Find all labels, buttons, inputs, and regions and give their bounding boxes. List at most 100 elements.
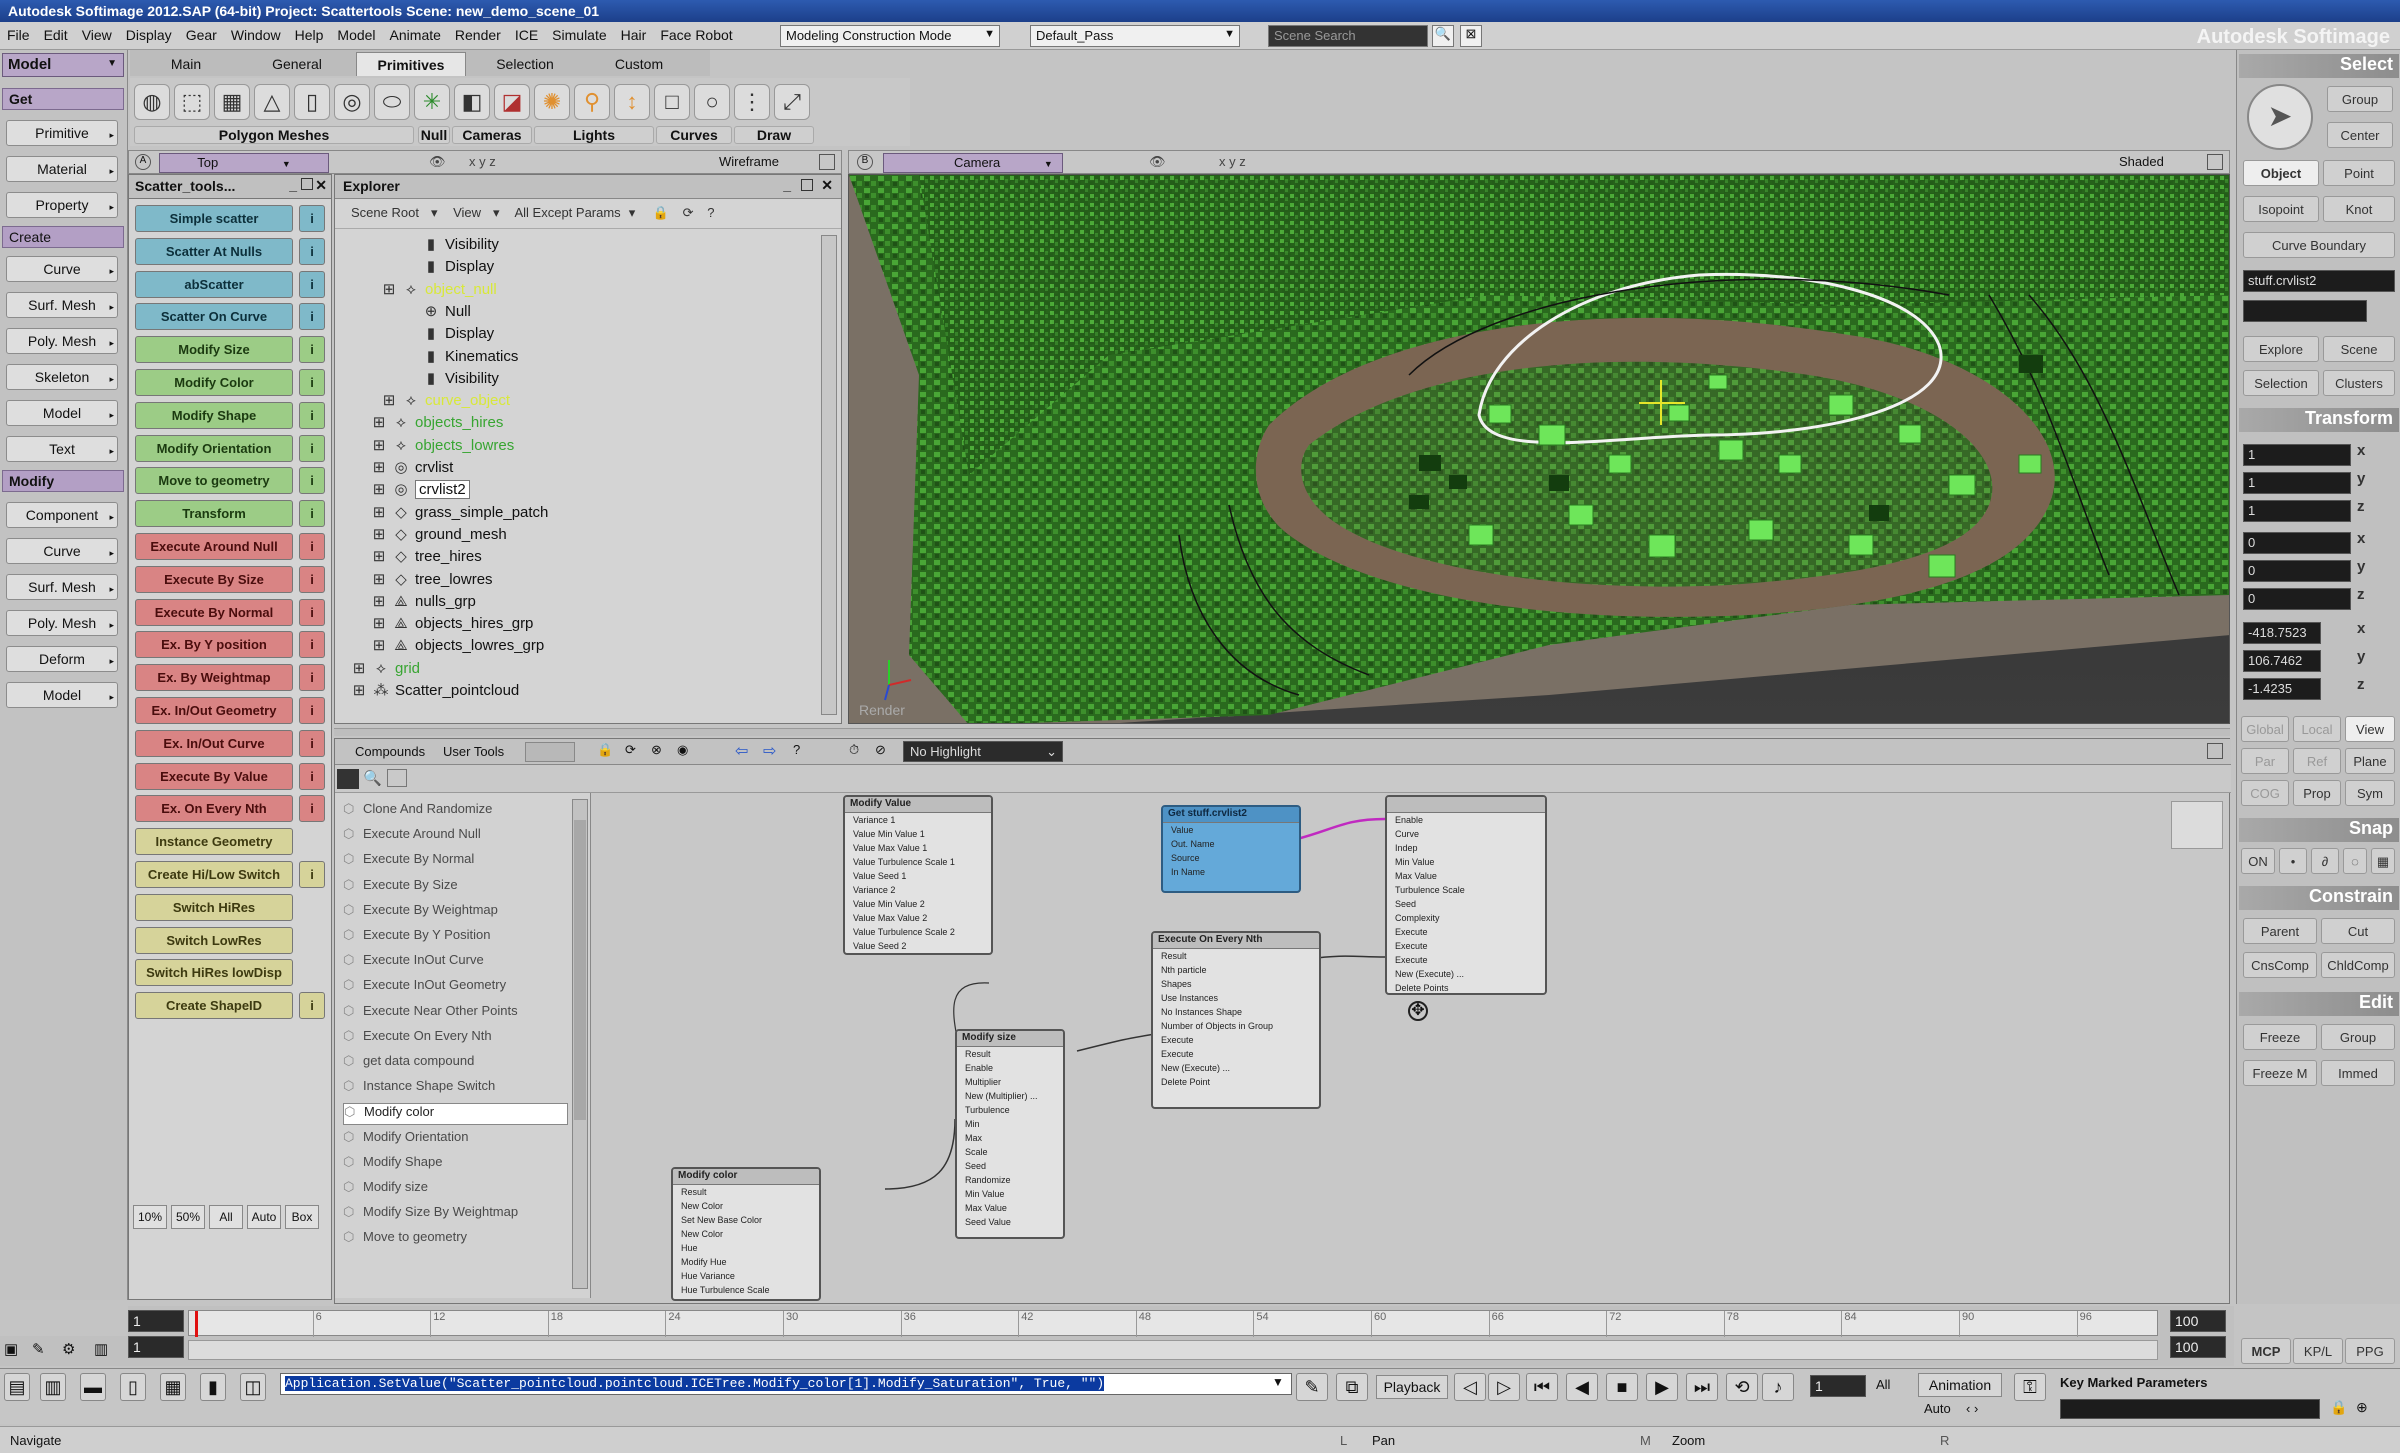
scatter-50-percent-button[interactable]: 50% <box>171 1205 205 1229</box>
cnscomp-button[interactable]: CnsComp <box>2243 952 2317 978</box>
tree-item[interactable]: ⊞ ◇ tree_lowres <box>371 570 493 592</box>
scatter-10-percent-button[interactable]: 10% <box>133 1205 167 1229</box>
tree-item[interactable]: ⊞ ⟡ object_null <box>381 280 497 302</box>
expand-icon[interactable]: ⊞ <box>371 614 387 632</box>
modify-color-node[interactable]: Modify color Result New Color Set New Base … <box>671 1167 821 1301</box>
params-filter[interactable]: All Except Params <box>514 205 620 220</box>
scatter-tool-button[interactable]: Modify Orientation <box>135 434 293 462</box>
node-port[interactable]: Max Value <box>1387 869 1545 883</box>
get-material-button[interactable]: Material ▸ <box>6 156 118 182</box>
expand-icon[interactable]: ⊞ <box>371 458 387 476</box>
close-icon[interactable]: ✕ <box>821 177 833 194</box>
modify-deform-button[interactable]: Deform ▸ <box>6 646 118 672</box>
cog-button[interactable]: COG <box>2241 780 2289 806</box>
scale-x-field[interactable]: 1 <box>2243 444 2351 466</box>
null-label[interactable]: Null <box>418 126 450 144</box>
create-skeleton-button[interactable]: Skeleton ▸ <box>6 364 118 390</box>
modify-component-button[interactable]: Component ▸ <box>6 502 118 528</box>
node-port[interactable]: Source <box>1163 851 1299 865</box>
modify-value-node[interactable]: Modify Value Variance 1 Value Min Value 1V… <box>843 795 993 955</box>
minimize-icon[interactable]: _ <box>289 177 297 193</box>
node-port[interactable]: Result <box>673 1185 819 1199</box>
grid-icon[interactable]: ▦ <box>214 84 250 120</box>
node-port[interactable]: Turbulence Scale <box>1387 883 1545 897</box>
node-port[interactable]: Value <box>1163 823 1299 837</box>
info-icon[interactable]: i <box>299 500 325 528</box>
tree-item[interactable]: ⊞ ⟁ objects_lowres_grp <box>371 636 545 658</box>
top-viewport-mode[interactable]: Wireframe <box>719 154 779 169</box>
camera-icon[interactable]: ◧ <box>454 84 490 120</box>
execute-every-nth-node[interactable]: Execute On Every Nth Result Nth particle Sh… <box>1151 931 1321 1109</box>
tab-primitives[interactable]: Primitives <box>356 52 466 76</box>
null-icon[interactable]: ✳ <box>414 84 450 120</box>
info-icon[interactable]: i <box>299 795 325 823</box>
snap-grid-icon[interactable]: ▦ <box>2371 848 2395 874</box>
brush-icon[interactable]: ✎ <box>32 1340 45 1358</box>
expand-icon[interactable]: ⊞ <box>381 391 397 409</box>
node-port[interactable]: Enable <box>1387 813 1545 827</box>
node-port[interactable]: Execute <box>1153 1047 1319 1061</box>
scatter-box-button[interactable]: Box <box>285 1205 319 1229</box>
search-icon[interactable]: 🔍 <box>1432 25 1454 47</box>
tree-item[interactable]: ⊞ ⟡ grid <box>351 659 420 681</box>
viewport-visibility-icon[interactable]: 👁 <box>1149 154 1166 170</box>
menu-file[interactable]: File <box>0 22 37 43</box>
node-port[interactable]: Value Min Value 1 <box>845 827 991 841</box>
tree-item[interactable]: ▮ Kinematics <box>401 347 519 369</box>
scatter-auto-button[interactable]: Auto <box>247 1205 281 1229</box>
node-port[interactable]: Hue <box>673 1241 819 1255</box>
end-frame-field-2[interactable]: 100 <box>2170 1336 2226 1358</box>
tree-item[interactable]: ⊕ Null <box>401 302 471 324</box>
expand-icon[interactable]: ⊞ <box>381 280 397 298</box>
tab-kpl[interactable]: KP/L <box>2293 1338 2343 1364</box>
menu-animate[interactable]: Animate <box>383 22 448 43</box>
freeze-button[interactable]: Freeze <box>2243 1024 2317 1050</box>
immed-button[interactable]: Immed <box>2321 1060 2395 1086</box>
layout-single-icon[interactable]: ▤ <box>4 1373 30 1401</box>
select-arrow-icon[interactable]: ➤ <box>2247 84 2313 150</box>
create-surf-mesh-button[interactable]: Surf. Mesh ▸ <box>6 292 118 318</box>
scene-button[interactable]: Scene <box>2323 336 2395 362</box>
group-button[interactable]: Group <box>2321 1024 2395 1050</box>
tab-mcp[interactable]: MCP <box>2241 1338 2291 1364</box>
camera-viewport[interactable]: Render <box>848 174 2230 724</box>
explore-button[interactable]: Explore <box>2243 336 2319 362</box>
parent-button[interactable]: Parent <box>2243 918 2317 944</box>
ice-navigator[interactable] <box>2171 801 2223 849</box>
disc-icon[interactable]: ⬭ <box>374 84 410 120</box>
get-section-button[interactable]: Get <box>2 88 124 110</box>
info-icon[interactable]: i <box>299 533 325 560</box>
close-icon[interactable]: ✕ <box>315 177 327 194</box>
selection-button[interactable]: Selection <box>2243 370 2319 396</box>
viewport-menu-icon[interactable]: A <box>135 154 151 170</box>
explorer-scrollbar[interactable] <box>821 235 837 715</box>
translate-z-field[interactable]: -1.4235 <box>2243 678 2321 700</box>
cameras-label[interactable]: Cameras <box>452 126 532 144</box>
node-port[interactable]: Min Value <box>1387 855 1545 869</box>
info-icon[interactable]: i <box>299 434 325 462</box>
animation-menu-button[interactable]: Animation <box>1918 1373 2002 1397</box>
minimize-icon[interactable]: _ <box>783 177 791 193</box>
create-text-button[interactable]: Text ▸ <box>6 436 118 462</box>
scatter-tool-button[interactable]: Modify Size <box>135 336 293 364</box>
end-frame-field[interactable]: 100 <box>2170 1310 2226 1332</box>
script-command-line[interactable]: Application.SetValue("Scatter_pointcloud… <box>280 1373 1292 1395</box>
circle-curve-icon[interactable]: ○ <box>694 84 730 120</box>
key-marked-parameters-label[interactable]: Key Marked Parameters <box>2060 1375 2207 1390</box>
menu-face-robot[interactable]: Face Robot <box>653 22 739 43</box>
info-icon[interactable]: i <box>299 992 325 1020</box>
node-port[interactable]: New (Multiplier) ... <box>957 1089 1063 1103</box>
menu-model[interactable]: Model <box>330 22 382 43</box>
scene-root-filter[interactable]: Scene Root <box>351 205 419 220</box>
node-port[interactable]: Hue Turbulence Scale <box>673 1283 819 1297</box>
expand-icon[interactable]: ⊞ <box>371 547 387 565</box>
layout-side-icon[interactable]: ▯ <box>120 1373 146 1401</box>
node-port[interactable]: Multiplier <box>957 1075 1063 1089</box>
node-port[interactable]: Variance 2 <box>845 883 991 897</box>
info-icon[interactable]: i <box>299 565 325 593</box>
expand-icon[interactable]: ⊞ <box>351 681 367 699</box>
timeline-track[interactable]: 6 12 18 24 30 36 42 48 54 60 66 72 78 84 90 96 <box>188 1310 2158 1337</box>
camera-viewport-mode[interactable]: Shaded <box>2119 154 2164 169</box>
tab-ppg[interactable]: PPG <box>2345 1338 2395 1364</box>
scatter-tool-button[interactable]: Create Hi/Low Switch <box>135 861 293 888</box>
